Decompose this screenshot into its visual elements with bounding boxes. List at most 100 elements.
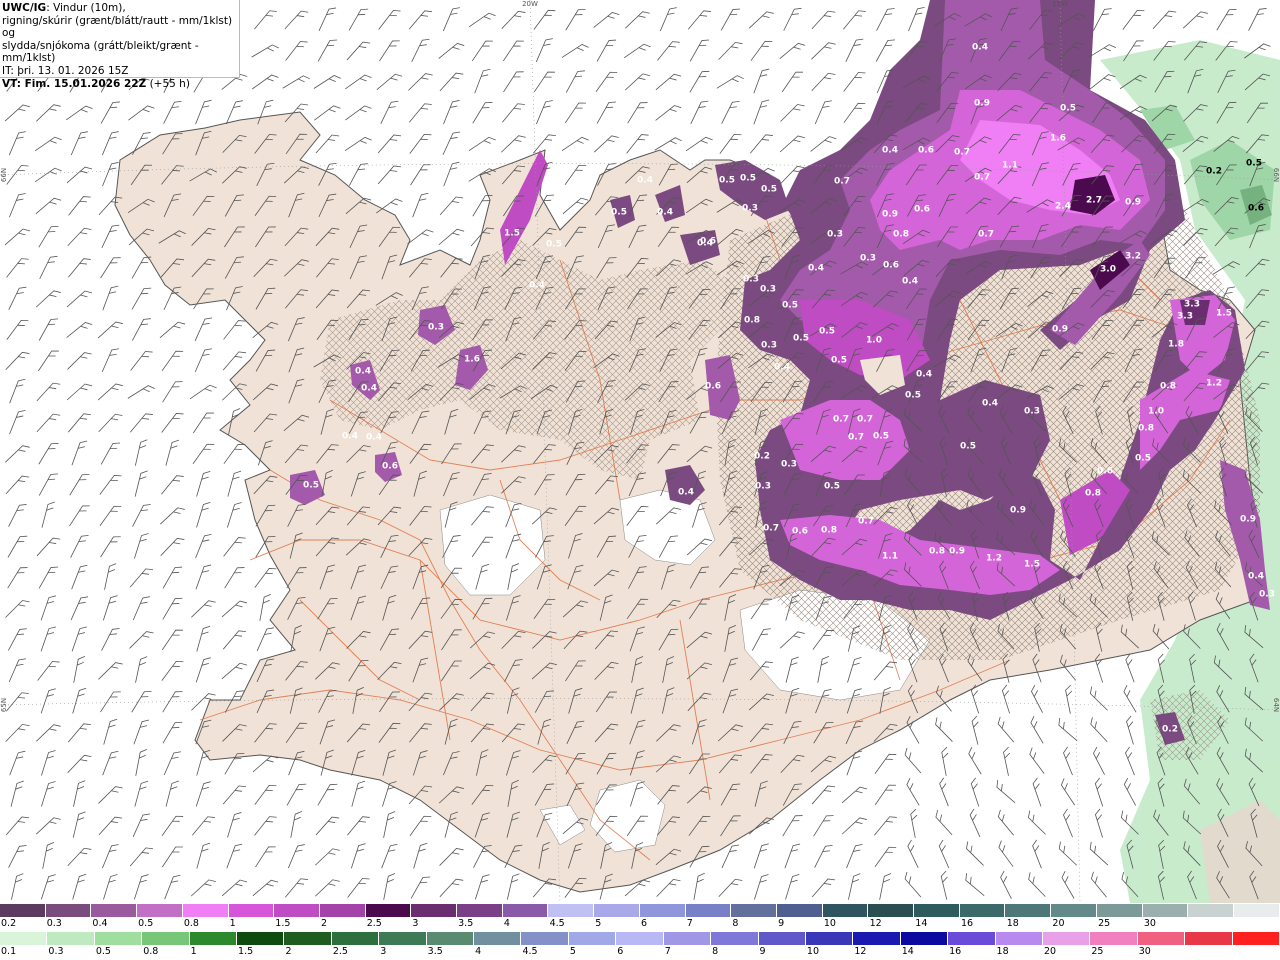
precip-value-label: 0.5 bbox=[1135, 454, 1151, 464]
legend-swatch bbox=[1090, 932, 1138, 945]
grid-label: 15W bbox=[1052, 0, 1068, 8]
precip-value-label: 0.7 bbox=[954, 148, 970, 158]
valid-time: VT: Fim. 15.01.2026 22Z bbox=[2, 77, 147, 90]
precip-value-label: 0.6 bbox=[883, 261, 899, 271]
legend-label: 0.3 bbox=[46, 918, 62, 929]
precip-value-label: 0.3 bbox=[781, 460, 797, 470]
legend-label: 6 bbox=[641, 918, 648, 929]
precip-value-label: 3.2 bbox=[1125, 252, 1141, 262]
precip-value-label: 2.7 bbox=[1086, 196, 1102, 206]
legend-label: 0.2 bbox=[1, 918, 17, 929]
precip-value-label: 0.5 bbox=[740, 174, 756, 184]
precip-value-label: 0.5 bbox=[303, 481, 319, 491]
legend-label: 0.5 bbox=[138, 918, 154, 929]
precip-value-label: 0.3 bbox=[742, 204, 758, 214]
precip-value-label: 0.9 bbox=[1010, 506, 1026, 516]
precip-value-label: 0.3 bbox=[743, 275, 759, 285]
precip-value-label: 0.5 bbox=[1246, 159, 1262, 169]
precip-value-label: 0.9 bbox=[1240, 515, 1256, 525]
precip-value-label: 0.8 bbox=[1085, 489, 1101, 499]
precip-value-label: 0.5 bbox=[824, 482, 840, 492]
legend-label: 3.5 bbox=[458, 918, 474, 929]
legend-label: 14 bbox=[915, 918, 928, 929]
legend-swatch bbox=[914, 904, 960, 917]
legend-label: 3 bbox=[380, 946, 387, 957]
precip-value-label: 0.3 bbox=[760, 285, 776, 295]
precip-value-label: 1.2 bbox=[1206, 379, 1222, 389]
precip-value-label: 0.7 bbox=[857, 415, 873, 425]
precip-value-label: 0.8 bbox=[744, 316, 760, 326]
snow-scale-labels: 0.2 0.3 0.4 0.5 0.8 1 1.5 2 2.5 3 3.5 4 4.5 5 6 7 8 9 10 12… bbox=[0, 918, 1280, 930]
legend-swatch bbox=[663, 932, 712, 945]
grid-label: 66N bbox=[1272, 168, 1280, 182]
legend-swatch bbox=[45, 904, 92, 917]
precip-value-label: 0.4 bbox=[355, 367, 371, 377]
precip-value-label: 1.1 bbox=[1002, 161, 1018, 171]
legend-swatch bbox=[1096, 904, 1143, 917]
precip-value-label: 0.5 bbox=[782, 301, 798, 311]
legend-swatch bbox=[594, 904, 640, 917]
precip-value-label: 0.4 bbox=[361, 384, 377, 394]
legend-swatch bbox=[365, 904, 412, 917]
legend-label: 10 bbox=[823, 918, 836, 929]
precip-value-label: 0.5 bbox=[819, 327, 835, 337]
legend-label: 2.5 bbox=[332, 946, 348, 957]
legend-swatch bbox=[426, 932, 475, 945]
legend-label: 7 bbox=[664, 946, 671, 957]
legend-swatch bbox=[228, 904, 275, 917]
precip-value-label: 0.7 bbox=[858, 517, 874, 527]
precip-value-label: 1.6 bbox=[464, 355, 480, 365]
legend-label: 8 bbox=[712, 946, 719, 957]
weather-map[interactable]: 20W 15W66N 66N65N 64N 0.40.9 0.51.60.4 0.6 0.7… bbox=[0, 0, 1280, 903]
legend-swatch bbox=[685, 904, 732, 917]
legend-swatch bbox=[137, 904, 183, 917]
precip-value-label: 0.3 bbox=[827, 230, 843, 240]
precip-value-label: 1.0 bbox=[1148, 407, 1164, 417]
legend-label: 9 bbox=[778, 918, 785, 929]
precip-value-label: 0.3 bbox=[428, 323, 444, 333]
precip-value-label: 0.4 bbox=[342, 432, 358, 442]
legend-swatch bbox=[142, 932, 190, 945]
precip-value-label: 0.4 bbox=[972, 43, 988, 53]
legend-label: 5 bbox=[595, 918, 602, 929]
precip-value-label: 0.5 bbox=[873, 432, 889, 442]
model-name: UWC/IG bbox=[2, 2, 47, 14]
legend-swatch bbox=[474, 932, 522, 945]
legend-swatch bbox=[94, 932, 143, 945]
legend-label: 20 bbox=[1043, 946, 1057, 957]
legend-swatch bbox=[868, 904, 915, 917]
precip-value-label: 0.9 bbox=[974, 99, 990, 109]
legend-swatch bbox=[379, 932, 427, 945]
grid-label: 64N bbox=[1272, 698, 1280, 712]
legend-label: 30 bbox=[1143, 918, 1156, 929]
rain-scale-labels: 0.1 0.3 0.5 0.8 1 1.5 2 2.5 3 3.5 4 4.5 5 6 7 8 9 10 12 14 1… bbox=[0, 946, 1280, 958]
legend-label: 25 bbox=[1098, 918, 1111, 929]
precip-value-label: 0.7 bbox=[848, 433, 864, 443]
precip-value-label: 0.5 bbox=[546, 240, 562, 250]
legend-swatch bbox=[284, 932, 332, 945]
map-info-box: UWC/IG: Vindur (10m), rigning/skúrir (gr… bbox=[0, 0, 240, 90]
rain-color-scale bbox=[0, 932, 1280, 945]
legend-label: 14 bbox=[901, 946, 914, 957]
precip-value-label: 0.5 bbox=[831, 356, 847, 366]
legend-swatch bbox=[639, 904, 686, 917]
grid-label: 66N bbox=[0, 168, 8, 182]
legend-swatch bbox=[1137, 932, 1186, 945]
legend-swatch bbox=[1185, 932, 1233, 945]
legend-swatch bbox=[502, 904, 549, 917]
precip-value-label: 0.9 bbox=[1125, 198, 1141, 208]
legend-swatch bbox=[731, 904, 777, 917]
legend-swatch bbox=[805, 932, 854, 945]
precip-value-label: 0.4 bbox=[637, 176, 653, 186]
precip-value-label: 0.4 bbox=[808, 264, 824, 274]
legend-swatch bbox=[274, 904, 320, 917]
legend-swatch bbox=[776, 904, 823, 917]
precip-value-label: 0.8 bbox=[893, 230, 909, 240]
precip-value-label: 0.4 bbox=[657, 208, 673, 218]
legend-label: 10 bbox=[806, 946, 820, 957]
precip-value-label: 0.9 bbox=[949, 547, 965, 557]
legend-label: 16 bbox=[961, 918, 974, 929]
precip-value-label: 0.5 bbox=[761, 185, 777, 195]
legend-swatch bbox=[1233, 904, 1280, 917]
legend-swatch bbox=[1005, 904, 1052, 917]
